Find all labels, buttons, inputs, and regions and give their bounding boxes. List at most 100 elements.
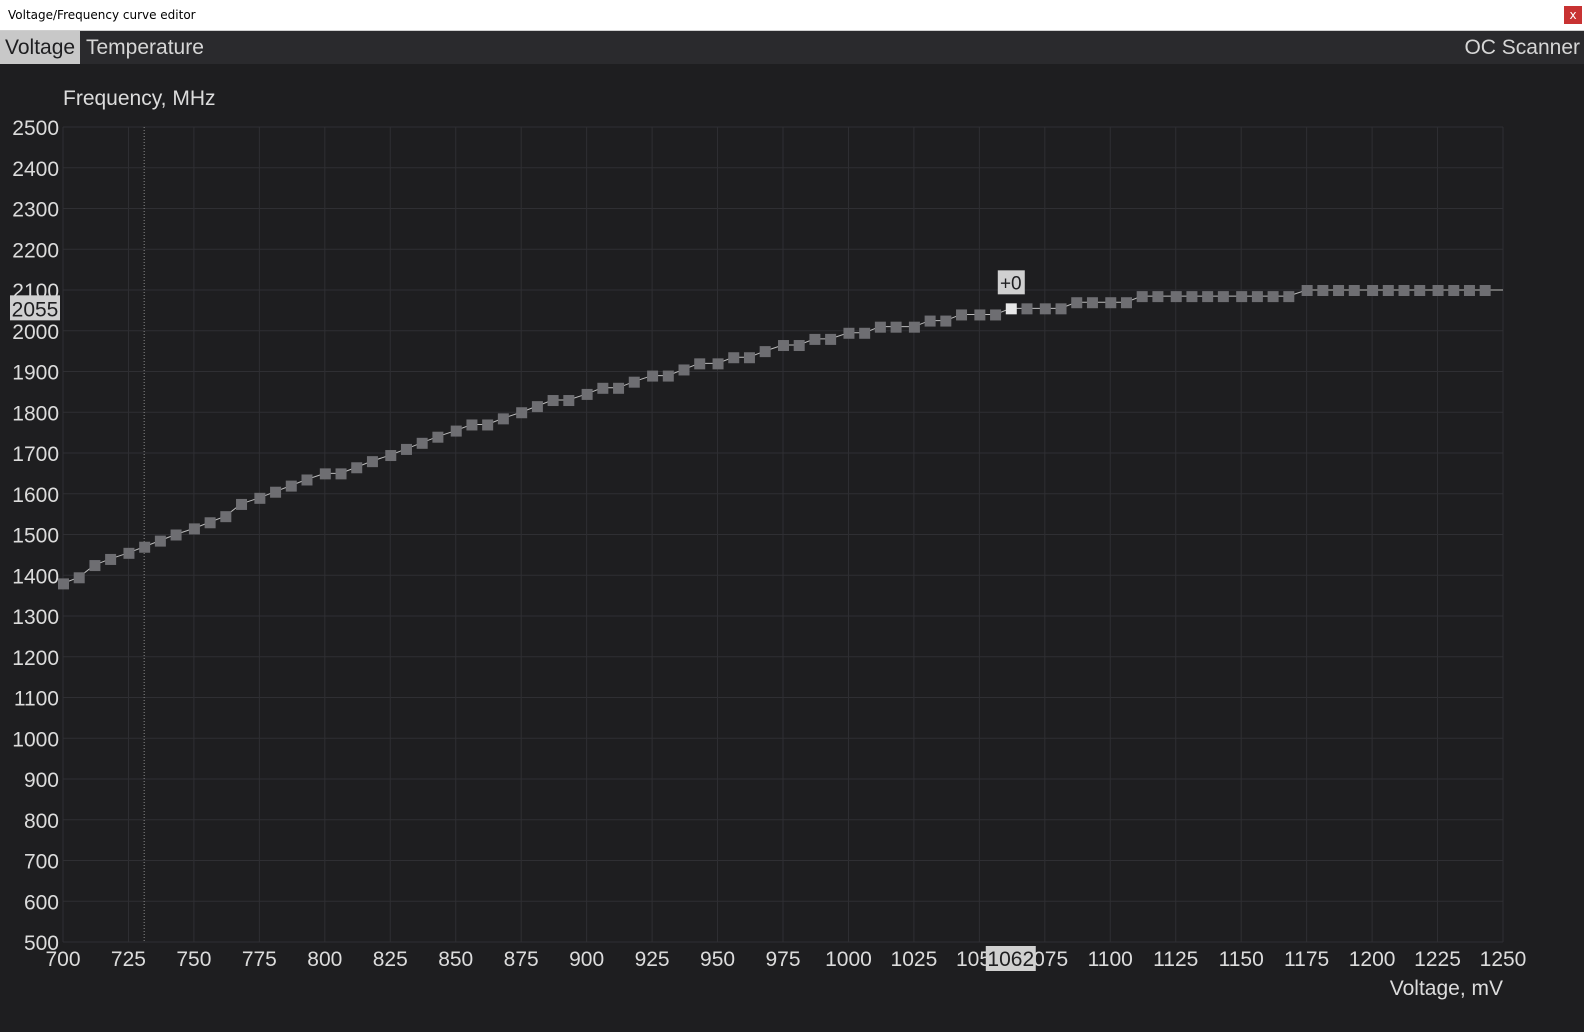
- curve-point-selected[interactable]: [1005, 303, 1017, 315]
- curve-point[interactable]: [1479, 285, 1491, 296]
- curve-point[interactable]: [154, 535, 166, 547]
- curve-point[interactable]: [1202, 291, 1214, 303]
- curve-point[interactable]: [581, 388, 593, 400]
- x-tick-label: 1125: [1153, 948, 1198, 971]
- curve-point[interactable]: [351, 462, 363, 474]
- curve-point[interactable]: [678, 364, 690, 376]
- curve-point[interactable]: [1251, 291, 1263, 303]
- curve-point[interactable]: [466, 419, 478, 431]
- curve-point[interactable]: [613, 382, 625, 394]
- tab-temperature[interactable]: Temperature: [81, 31, 209, 64]
- curve-point[interactable]: [385, 450, 397, 462]
- curve-point[interactable]: [743, 352, 755, 364]
- curve-point[interactable]: [416, 437, 428, 449]
- curve-point[interactable]: [1236, 291, 1248, 303]
- curve-point[interactable]: [874, 321, 886, 333]
- vf-curve-chart[interactable]: 2500240023002200210020001900180017001600…: [0, 64, 1584, 1032]
- curve-point[interactable]: [778, 340, 789, 352]
- curve-point[interactable]: [73, 572, 85, 584]
- curve-point[interactable]: [1170, 291, 1182, 303]
- y-tick-label: 700: [24, 851, 59, 874]
- curve-point[interactable]: [759, 346, 771, 358]
- tab-voltage[interactable]: Voltage: [0, 31, 81, 64]
- curve-point[interactable]: [956, 309, 968, 321]
- curve-point[interactable]: [662, 370, 674, 382]
- curve-point[interactable]: [990, 309, 1002, 321]
- x-tick-label: 1200: [1349, 948, 1396, 971]
- curve-point[interactable]: [1382, 285, 1394, 296]
- curve-point[interactable]: [712, 358, 724, 370]
- curve-point[interactable]: [563, 395, 575, 407]
- curve-point[interactable]: [974, 309, 986, 321]
- curve-point[interactable]: [1333, 285, 1345, 296]
- curve-point[interactable]: [270, 486, 282, 498]
- curve-point[interactable]: [1432, 285, 1444, 296]
- curve-point[interactable]: [694, 358, 706, 370]
- curve-point[interactable]: [497, 413, 509, 425]
- curve-point[interactable]: [1055, 303, 1067, 315]
- curve-point[interactable]: [1217, 291, 1229, 303]
- curve-point[interactable]: [825, 333, 837, 345]
- curve-point[interactable]: [1398, 285, 1410, 296]
- curve-point[interactable]: [105, 553, 117, 565]
- curve-point[interactable]: [516, 407, 528, 419]
- curve-point[interactable]: [366, 456, 378, 468]
- curve-point[interactable]: [1071, 297, 1083, 309]
- curve-point[interactable]: [890, 321, 902, 333]
- curve-point[interactable]: [628, 376, 640, 388]
- chart-grid: [62, 126, 1504, 943]
- curve-point[interactable]: [123, 547, 135, 559]
- curve-point[interactable]: [793, 340, 805, 352]
- curve-point[interactable]: [254, 492, 266, 504]
- curve-point[interactable]: [1448, 285, 1460, 296]
- curve-point[interactable]: [728, 352, 740, 364]
- curve-point[interactable]: [859, 327, 871, 339]
- curve-point[interactable]: [597, 382, 609, 394]
- curve-point[interactable]: [89, 560, 101, 572]
- curve-point[interactable]: [58, 578, 69, 590]
- curve-point[interactable]: [547, 395, 559, 407]
- curve-point[interactable]: [1186, 291, 1198, 303]
- curve-point[interactable]: [1120, 297, 1132, 309]
- curve-point[interactable]: [1039, 303, 1051, 315]
- curve-point[interactable]: [1267, 291, 1279, 303]
- curve-point[interactable]: [301, 474, 313, 486]
- curve-point[interactable]: [1283, 291, 1295, 303]
- curve-point[interactable]: [940, 315, 952, 327]
- curve-point[interactable]: [1301, 285, 1313, 296]
- curve-point[interactable]: [1317, 285, 1329, 296]
- curve-point[interactable]: [647, 370, 659, 382]
- curve-point[interactable]: [236, 498, 248, 510]
- x-tick-label: 775: [242, 948, 277, 971]
- curve-point[interactable]: [450, 425, 462, 437]
- curve-point[interactable]: [924, 315, 936, 327]
- curve-point[interactable]: [170, 529, 182, 541]
- curve-point[interactable]: [335, 468, 347, 480]
- curve-point[interactable]: [432, 431, 444, 443]
- curve-point[interactable]: [285, 480, 297, 492]
- curve-point[interactable]: [843, 327, 855, 339]
- curve-point[interactable]: [1414, 285, 1426, 296]
- curve-point[interactable]: [1136, 291, 1148, 303]
- curve-point[interactable]: [139, 541, 151, 553]
- curve-point[interactable]: [482, 419, 494, 431]
- curve-point[interactable]: [220, 511, 232, 523]
- curve-point[interactable]: [1086, 297, 1098, 309]
- curve-point[interactable]: [1348, 285, 1360, 296]
- curve-point[interactable]: [908, 321, 920, 333]
- x-tick-label: 825: [373, 948, 408, 971]
- curve-point[interactable]: [1105, 297, 1117, 309]
- curve-point[interactable]: [188, 523, 200, 535]
- oc-scanner-button[interactable]: OC Scanner: [1464, 31, 1580, 64]
- curve-point[interactable]: [319, 468, 331, 480]
- curve-point[interactable]: [400, 443, 412, 455]
- curve-point[interactable]: [1367, 285, 1379, 296]
- curve-point[interactable]: [809, 333, 821, 345]
- curve-point[interactable]: [1021, 303, 1033, 315]
- curve-point[interactable]: [531, 401, 543, 413]
- curve-point[interactable]: [1152, 291, 1164, 303]
- y-tick-label: 1500: [12, 525, 59, 548]
- curve-point[interactable]: [204, 517, 216, 529]
- curve-point[interactable]: [1463, 285, 1475, 296]
- close-button[interactable]: x: [1564, 6, 1582, 24]
